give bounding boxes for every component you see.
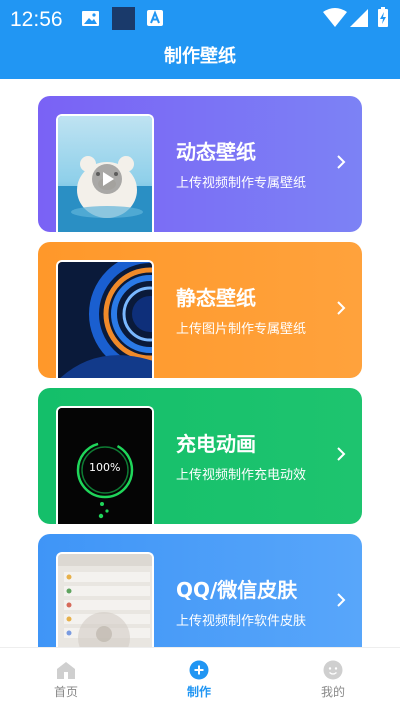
card-title: 动态壁纸 <box>176 140 256 164</box>
dynamic-wallpaper-thumbnail <box>56 114 154 232</box>
chevron-right-icon <box>337 155 346 169</box>
nav-item-profile[interactable]: 我的 <box>293 648 373 711</box>
card-title: QQ/微信皮肤 <box>176 578 298 602</box>
status-bar: 12:56 <box>0 0 400 38</box>
play-icon[interactable] <box>91 163 123 195</box>
gallery-icon <box>82 11 99 26</box>
card-subtitle: 上传图片制作专属壁纸 <box>176 322 307 337</box>
card-title: 静态壁纸 <box>176 286 256 310</box>
chevron-right-icon <box>337 593 346 607</box>
profile-icon <box>323 660 343 680</box>
a11y-icon <box>147 10 163 26</box>
wifi-icon <box>323 8 347 27</box>
card-subtitle: 上传视频制作专属壁纸 <box>176 176 307 191</box>
home-icon <box>57 662 75 679</box>
signal-icon <box>350 9 368 27</box>
card-charging-animation[interactable]: 100% 充电动画 上传视频制作充电动效 <box>38 388 362 524</box>
card-subtitle: 上传视频制作软件皮肤 <box>176 614 307 629</box>
nav-label-home: 首页 <box>53 685 78 699</box>
app-skin-preview-image <box>58 554 152 647</box>
battery-icon <box>378 7 388 27</box>
plus-icon <box>189 660 209 680</box>
nav-label-create: 制作 <box>186 685 211 699</box>
nav-label-profile: 我的 <box>320 685 345 699</box>
content-area[interactable]: 动态壁纸 上传视频制作专属壁纸 静态壁纸 上传图片制作专属壁纸 100% 充电动… <box>0 79 400 647</box>
card-subtitle: 上传视频制作充电动效 <box>176 468 307 483</box>
chevron-right-icon <box>337 447 346 461</box>
nav-item-home[interactable]: 首页 <box>26 648 106 711</box>
page-title: 制作壁纸 <box>164 46 236 67</box>
app-square-icon <box>112 7 135 30</box>
chevron-right-icon <box>337 301 346 315</box>
charging-percent-text: 100% <box>89 461 121 474</box>
app-skin-thumbnail <box>56 552 154 647</box>
static-wallpaper-thumbnail <box>56 260 154 378</box>
nav-item-create[interactable]: 制作 <box>159 648 239 711</box>
card-app-skin[interactable]: QQ/微信皮肤 上传视频制作软件皮肤 <box>38 534 362 647</box>
bottom-navigation: 首页 制作 我的 <box>0 647 400 711</box>
card-dynamic-wallpaper[interactable]: 动态壁纸 上传视频制作专属壁纸 <box>38 96 362 232</box>
card-title: 充电动画 <box>176 432 256 456</box>
abstract-swirl-image <box>58 262 152 378</box>
status-time: 12:56 <box>10 8 63 31</box>
card-static-wallpaper[interactable]: 静态壁纸 上传图片制作专属壁纸 <box>38 242 362 378</box>
top-app-bar: 12:56 制作壁纸 <box>0 0 400 79</box>
charging-animation-thumbnail: 100% <box>56 406 154 524</box>
